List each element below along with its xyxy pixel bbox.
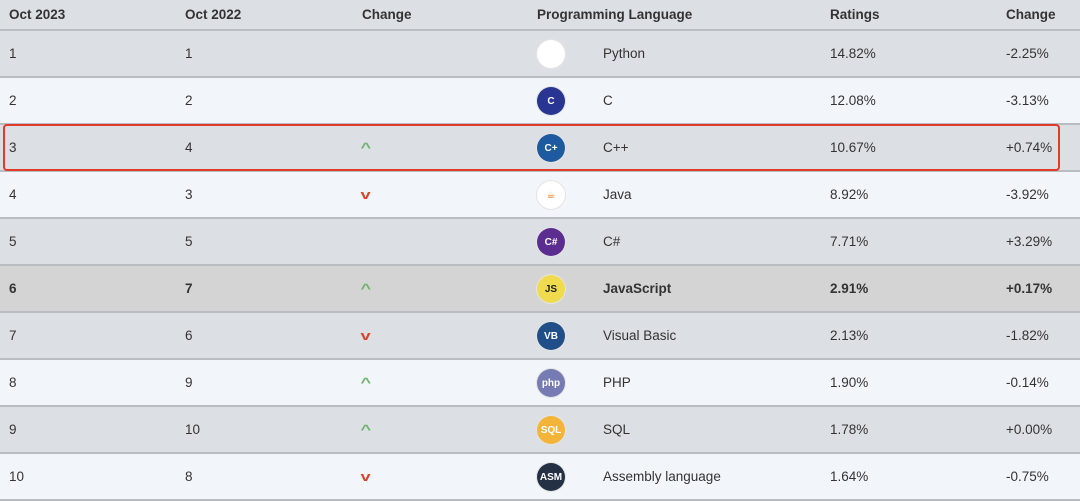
table-row[interactable]: 1 1 Python 14.82% -2.25% bbox=[0, 31, 1080, 78]
javascript-icon: JS bbox=[537, 275, 565, 303]
rank-2022: 8 bbox=[185, 469, 193, 484]
rank-2023: 10 bbox=[9, 469, 25, 484]
trend-up-icon: ^ bbox=[360, 140, 372, 155]
rank-2023: 4 bbox=[9, 187, 17, 202]
rating: 2.91% bbox=[830, 281, 869, 296]
rank-2023: 6 bbox=[9, 281, 17, 296]
rating-change: +0.00% bbox=[1006, 422, 1053, 437]
table-row[interactable]: 10 8 v ASM Assembly language 1.64% -0.75% bbox=[0, 454, 1080, 501]
rank-2022: 6 bbox=[185, 328, 193, 343]
cpp-icon: C+ bbox=[537, 134, 565, 162]
trend-up-icon: ^ bbox=[360, 422, 372, 437]
trend-down-icon: v bbox=[360, 469, 371, 484]
header-change[interactable]: Change bbox=[362, 0, 412, 29]
rating: 8.92% bbox=[830, 187, 869, 202]
rank-2023: 9 bbox=[9, 422, 17, 437]
language-name[interactable]: JavaScript bbox=[603, 266, 671, 311]
rank-2022: 9 bbox=[185, 375, 193, 390]
table-row[interactable]: 7 6 v VB Visual Basic 2.13% -1.82% bbox=[0, 313, 1080, 360]
rating-change: -0.14% bbox=[1006, 375, 1049, 390]
rating: 14.82% bbox=[830, 46, 876, 61]
visual-basic-icon: VB bbox=[537, 322, 565, 350]
trend-down-icon: v bbox=[360, 328, 371, 343]
rating-change: +0.17% bbox=[1006, 281, 1053, 296]
c-icon: C bbox=[537, 87, 565, 115]
language-name[interactable]: Java bbox=[603, 172, 632, 217]
rank-2022: 1 bbox=[185, 46, 193, 61]
trend-up-icon: ^ bbox=[360, 375, 372, 390]
rating-change: -3.92% bbox=[1006, 187, 1049, 202]
language-name[interactable]: C++ bbox=[603, 125, 629, 170]
rank-2023: 1 bbox=[9, 46, 17, 61]
rank-2023: 2 bbox=[9, 93, 17, 108]
language-name[interactable]: Visual Basic bbox=[603, 313, 676, 358]
header-ratings[interactable]: Ratings bbox=[830, 0, 880, 29]
trend-up-icon: ^ bbox=[360, 281, 372, 296]
rank-2023: 5 bbox=[9, 234, 17, 249]
table-row[interactable]: 9 10 ^ SQL SQL 1.78% +0.00% bbox=[0, 407, 1080, 454]
rating: 1.78% bbox=[830, 422, 869, 437]
language-name[interactable]: Assembly language bbox=[603, 454, 721, 499]
rank-2023: 8 bbox=[9, 375, 17, 390]
rank-2023: 7 bbox=[9, 328, 17, 343]
header-oct-2022[interactable]: Oct 2022 bbox=[185, 0, 241, 29]
rank-2022: 4 bbox=[185, 140, 193, 155]
language-name[interactable]: C bbox=[603, 78, 613, 123]
assembly-icon: ASM bbox=[537, 463, 565, 491]
rank-2022: 3 bbox=[185, 187, 193, 202]
sql-icon: SQL bbox=[537, 416, 565, 444]
rating-change: -1.82% bbox=[1006, 328, 1049, 343]
rating: 1.64% bbox=[830, 469, 869, 484]
rating-change: -3.13% bbox=[1006, 93, 1049, 108]
language-name[interactable]: C# bbox=[603, 219, 620, 264]
language-name[interactable]: SQL bbox=[603, 407, 630, 452]
table-row[interactable]: 3 4 ^ C+ C++ 10.67% +0.74% bbox=[0, 125, 1080, 172]
header-change-pct[interactable]: Change bbox=[1006, 0, 1056, 29]
rating-change: -2.25% bbox=[1006, 46, 1049, 61]
python-icon bbox=[537, 40, 565, 68]
header-oct-2023[interactable]: Oct 2023 bbox=[9, 0, 65, 29]
rank-2022: 7 bbox=[185, 281, 193, 296]
header-language[interactable]: Programming Language bbox=[537, 0, 692, 29]
table-row[interactable]: 5 5 C# C# 7.71% +3.29% bbox=[0, 219, 1080, 266]
rating: 10.67% bbox=[830, 140, 876, 155]
rank-2022: 10 bbox=[185, 422, 201, 437]
rating: 12.08% bbox=[830, 93, 876, 108]
rating-change: +0.74% bbox=[1006, 140, 1053, 155]
trend-down-icon: v bbox=[360, 187, 371, 202]
php-icon: php bbox=[537, 369, 565, 397]
table-header: Oct 2023 Oct 2022 Change Programming Lan… bbox=[0, 0, 1080, 31]
java-icon: ☕ bbox=[537, 181, 565, 209]
rating: 2.13% bbox=[830, 328, 869, 343]
rating: 1.90% bbox=[830, 375, 869, 390]
language-name[interactable]: PHP bbox=[603, 360, 631, 405]
table-row[interactable]: 4 3 v ☕ Java 8.92% -3.92% bbox=[0, 172, 1080, 219]
rating-change: -0.75% bbox=[1006, 469, 1049, 484]
rating-change: +3.29% bbox=[1006, 234, 1053, 249]
table-row[interactable]: 8 9 ^ php PHP 1.90% -0.14% bbox=[0, 360, 1080, 407]
language-name[interactable]: Python bbox=[603, 31, 645, 76]
rating: 7.71% bbox=[830, 234, 869, 249]
table-row[interactable]: 6 7 ^ JS JavaScript 2.91% +0.17% bbox=[0, 266, 1080, 313]
rank-2022: 2 bbox=[185, 93, 193, 108]
csharp-icon: C# bbox=[537, 228, 565, 256]
rank-2023: 3 bbox=[9, 140, 17, 155]
rank-2022: 5 bbox=[185, 234, 193, 249]
table-row[interactable]: 2 2 C C 12.08% -3.13% bbox=[0, 78, 1080, 125]
